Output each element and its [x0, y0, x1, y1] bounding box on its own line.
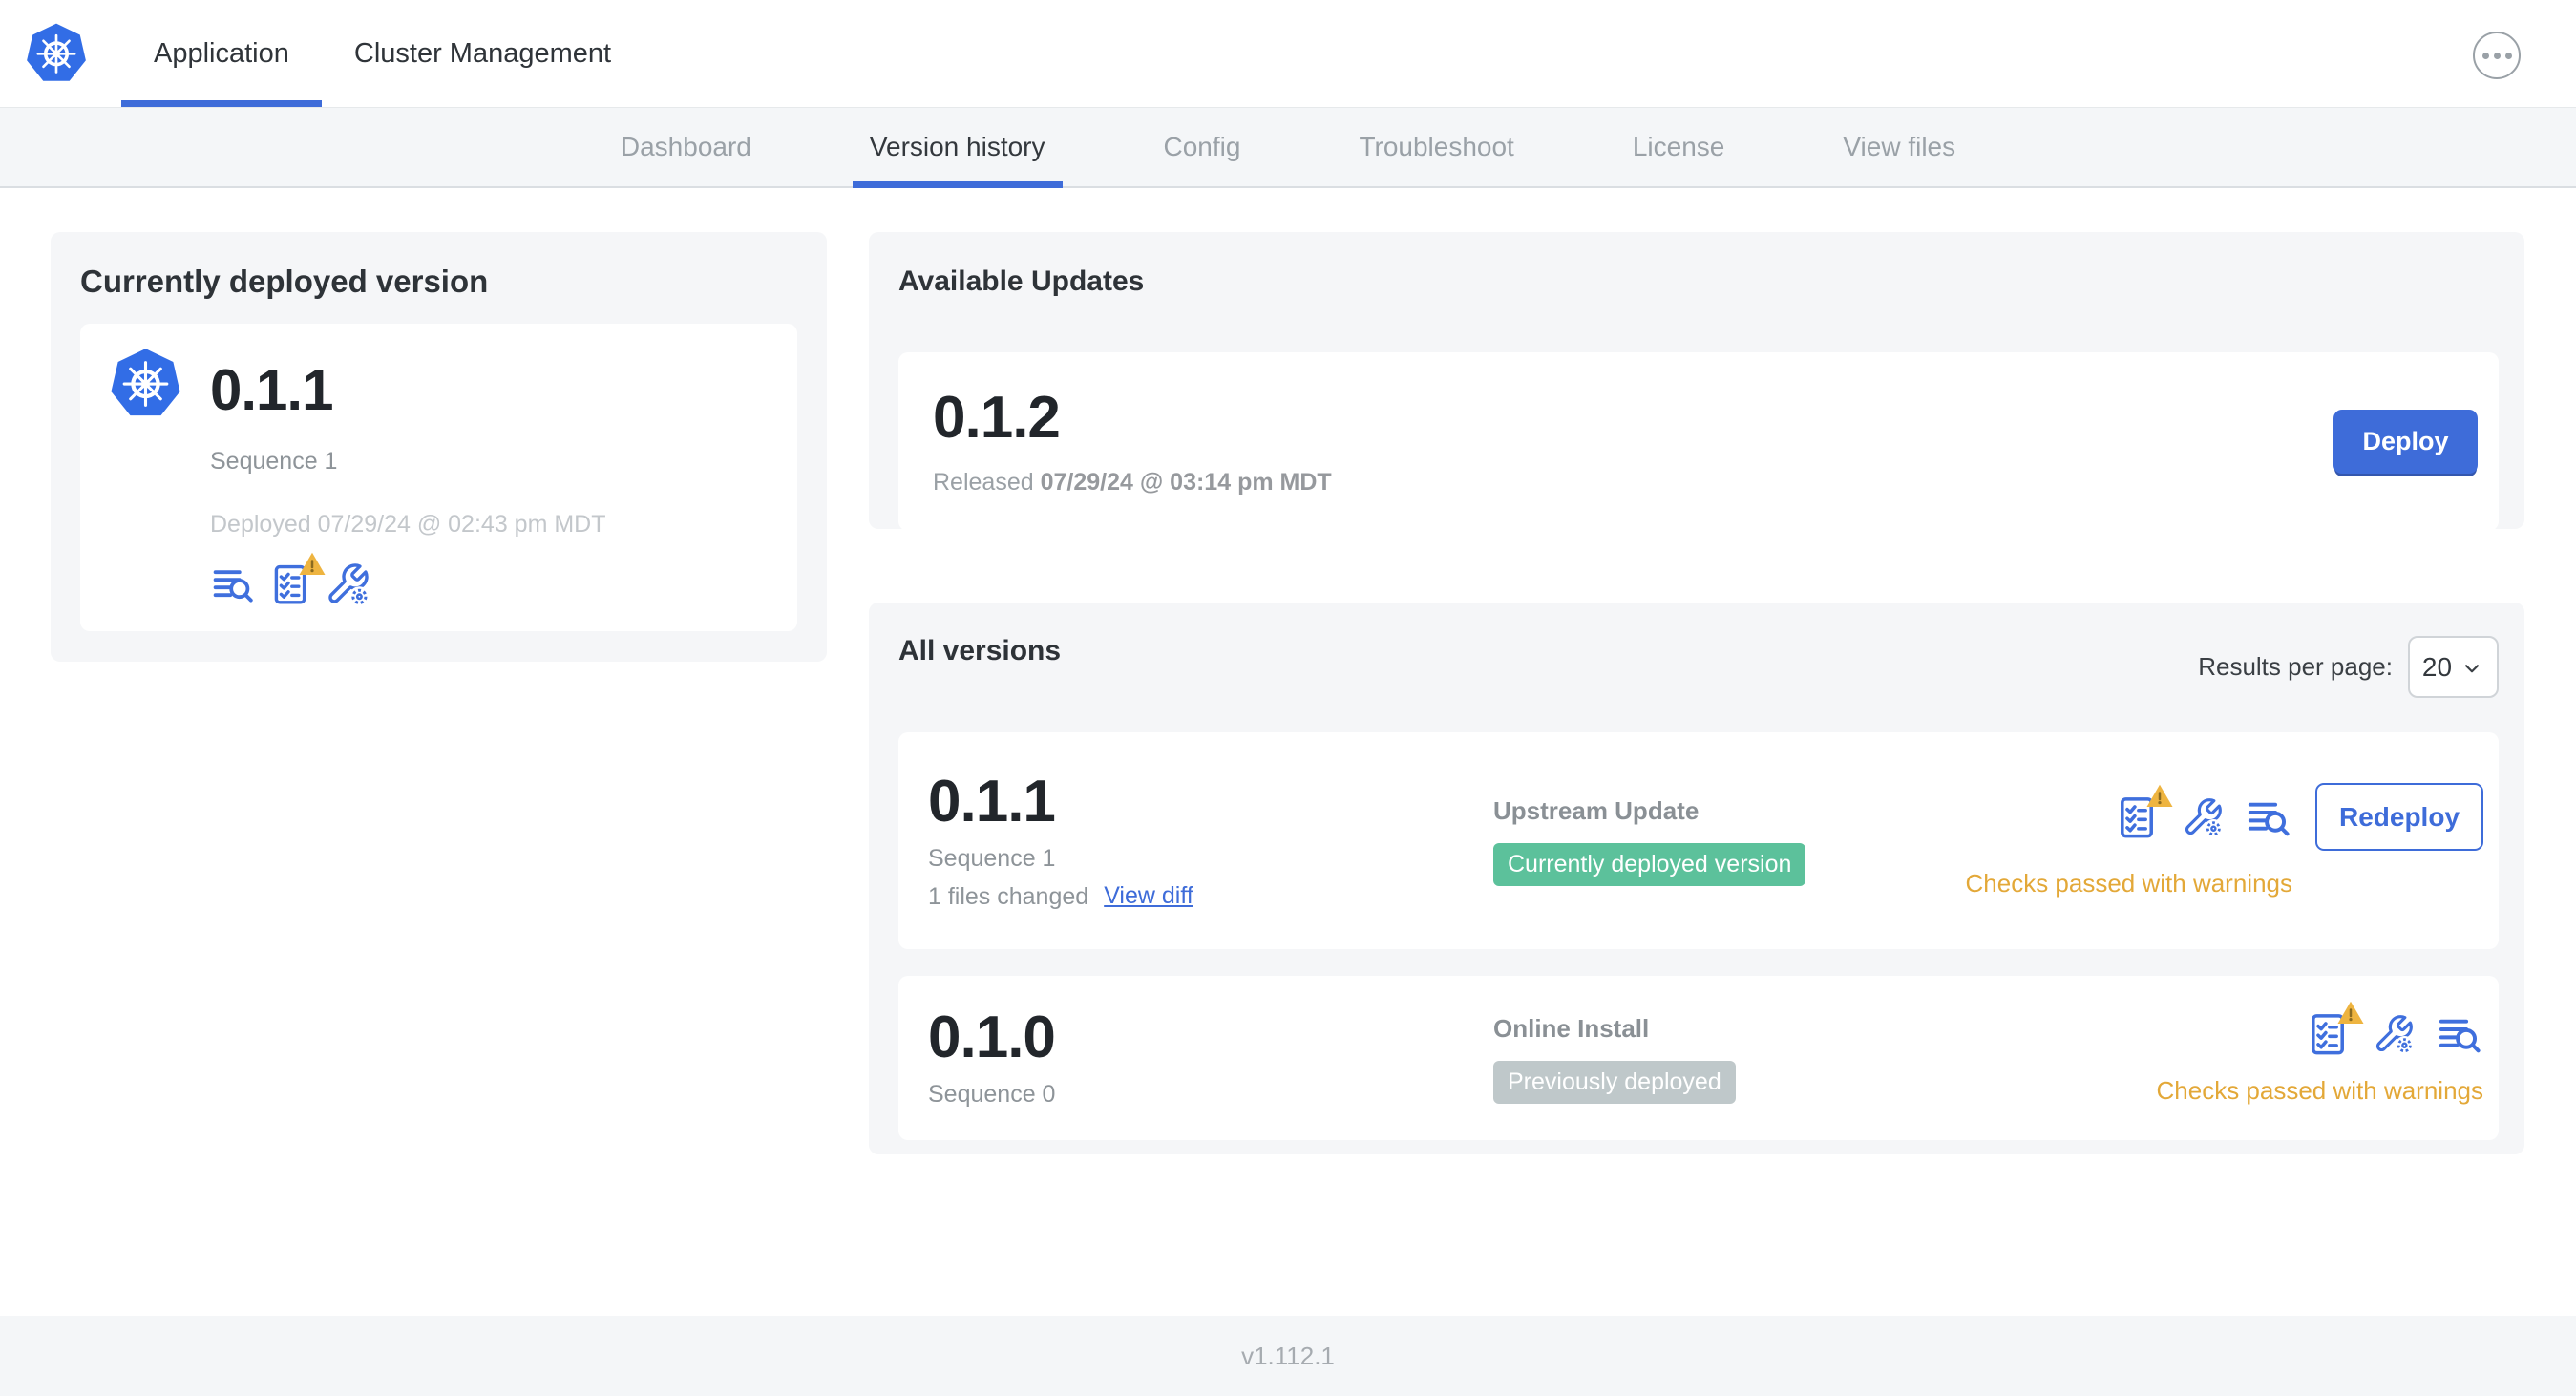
edit-config-icon[interactable] — [325, 561, 370, 607]
files-changed-label: 1 files changed — [928, 882, 1089, 910]
app-kubernetes-icon — [109, 346, 182, 419]
status-badge-previously-deployed: Previously deployed — [1493, 1060, 1736, 1104]
app-footer: v1.112.1 — [0, 1316, 2576, 1396]
all-versions-title: All versions — [898, 635, 1062, 666]
currently-deployed-card: Currently deployed version 0.1.1 Sequenc… — [51, 232, 827, 662]
subnav-label: License — [1632, 132, 1725, 161]
results-per-page-select[interactable]: 20 — [2408, 636, 2499, 698]
version-source-label: Upstream Update — [1493, 796, 1700, 825]
subnav-tab-version-history[interactable]: Version history — [811, 108, 1105, 188]
preflight-checks-icon[interactable] — [2113, 793, 2161, 841]
subnav-tab-license[interactable]: License — [1573, 108, 1784, 186]
update-released-date: Released 07/29/24 @ 03:14 pm MDT — [933, 468, 1332, 497]
deploy-logs-icon[interactable] — [210, 561, 256, 607]
results-per-page-label: Results per page: — [2198, 652, 2393, 681]
current-version-sequence: Sequence 1 — [210, 448, 338, 475]
currently-deployed-title: Currently deployed version — [80, 264, 489, 299]
results-per-page-value: 20 — [2421, 651, 2453, 682]
subnav-label: Config — [1163, 132, 1241, 161]
subnav-tab-config[interactable]: Config — [1105, 108, 1300, 186]
header-tabs: Application Cluster Management — [121, 0, 644, 107]
all-versions-card: All versions Results per page: 20 0.1.1 … — [869, 603, 2524, 1154]
released-date: 07/29/24 @ 03:14 pm MDT — [1040, 468, 1332, 496]
subnav-label: Dashboard — [620, 132, 751, 161]
available-updates-card: Available Updates 0.1.2 Released 07/29/2… — [869, 232, 2524, 531]
preflight-checks-icon[interactable] — [2304, 1010, 2352, 1058]
tab-cluster-management[interactable]: Cluster Management — [322, 0, 644, 107]
subnav-tab-view-files[interactable]: View files — [1784, 108, 2015, 186]
edit-config-icon[interactable] — [2182, 796, 2224, 838]
main-content: Currently deployed version 0.1.1 Sequenc… — [0, 188, 2576, 1316]
app-header: Application Cluster Management — [0, 0, 2576, 108]
checks-status-text[interactable]: Checks passed with warnings — [2157, 1075, 2484, 1106]
subnav-tab-troubleshoot[interactable]: Troubleshoot — [1299, 108, 1573, 186]
available-updates-title: Available Updates — [898, 265, 1145, 297]
deploy-logs-icon[interactable] — [2436, 1010, 2483, 1058]
deploy-logs-icon[interactable] — [2245, 793, 2292, 841]
subnav-label: Version history — [869, 132, 1045, 161]
version-source-label: Online Install — [1493, 1013, 1650, 1043]
redeploy-button[interactable]: Redeploy — [2315, 783, 2483, 851]
warning-icon — [298, 550, 327, 579]
chevron-down-icon — [2460, 656, 2484, 681]
row-sequence: Sequence 0 — [928, 1081, 1056, 1108]
kubernetes-logo — [25, 21, 88, 84]
subnav-tab-dashboard[interactable]: Dashboard — [561, 108, 811, 186]
subnav-label: View files — [1843, 132, 1956, 161]
subnav-label: Troubleshoot — [1359, 132, 1514, 161]
app-subnav: Dashboard Version history Config Trouble… — [0, 108, 2576, 188]
tab-cluster-management-label: Cluster Management — [353, 37, 612, 69]
console-version: v1.112.1 — [1241, 1341, 1335, 1370]
row-version-number: 0.1.0 — [928, 1005, 1056, 1070]
current-version-deployed-date: Deployed 07/29/24 @ 02:43 pm MDT — [210, 511, 606, 538]
released-prefix: Released — [933, 468, 1034, 496]
preflight-checks-icon[interactable] — [267, 561, 313, 607]
tab-application-label: Application — [154, 37, 289, 69]
status-badge-currently-deployed: Currently deployed version — [1493, 843, 1806, 886]
more-options-icon[interactable] — [2473, 32, 2521, 79]
update-row: 0.1.2 Released 07/29/24 @ 03:14 pm MDT D… — [898, 352, 2499, 531]
version-row-0-1-0: 0.1.0 Sequence 0 Online Install Previous… — [898, 976, 2499, 1140]
row-sequence: Sequence 1 — [928, 844, 1056, 872]
version-row-0-1-1: 0.1.1 Sequence 1 1 files changed View di… — [898, 732, 2499, 949]
row-version-number: 0.1.1 — [928, 768, 1056, 835]
edit-config-icon[interactable] — [2373, 1013, 2415, 1055]
warning-icon — [2336, 999, 2365, 1027]
view-diff-link[interactable]: View diff — [1104, 882, 1193, 910]
checks-status-text[interactable]: Checks passed with warnings — [1966, 868, 2293, 899]
currently-deployed-version-card: 0.1.1 Sequence 1 Deployed 07/29/24 @ 02:… — [80, 324, 797, 631]
current-version-number: 0.1.1 — [210, 358, 333, 422]
update-version-number: 0.1.2 — [933, 384, 1061, 451]
deploy-button[interactable]: Deploy — [2333, 410, 2478, 474]
tab-application[interactable]: Application — [121, 0, 322, 107]
warning-icon — [2145, 782, 2174, 811]
